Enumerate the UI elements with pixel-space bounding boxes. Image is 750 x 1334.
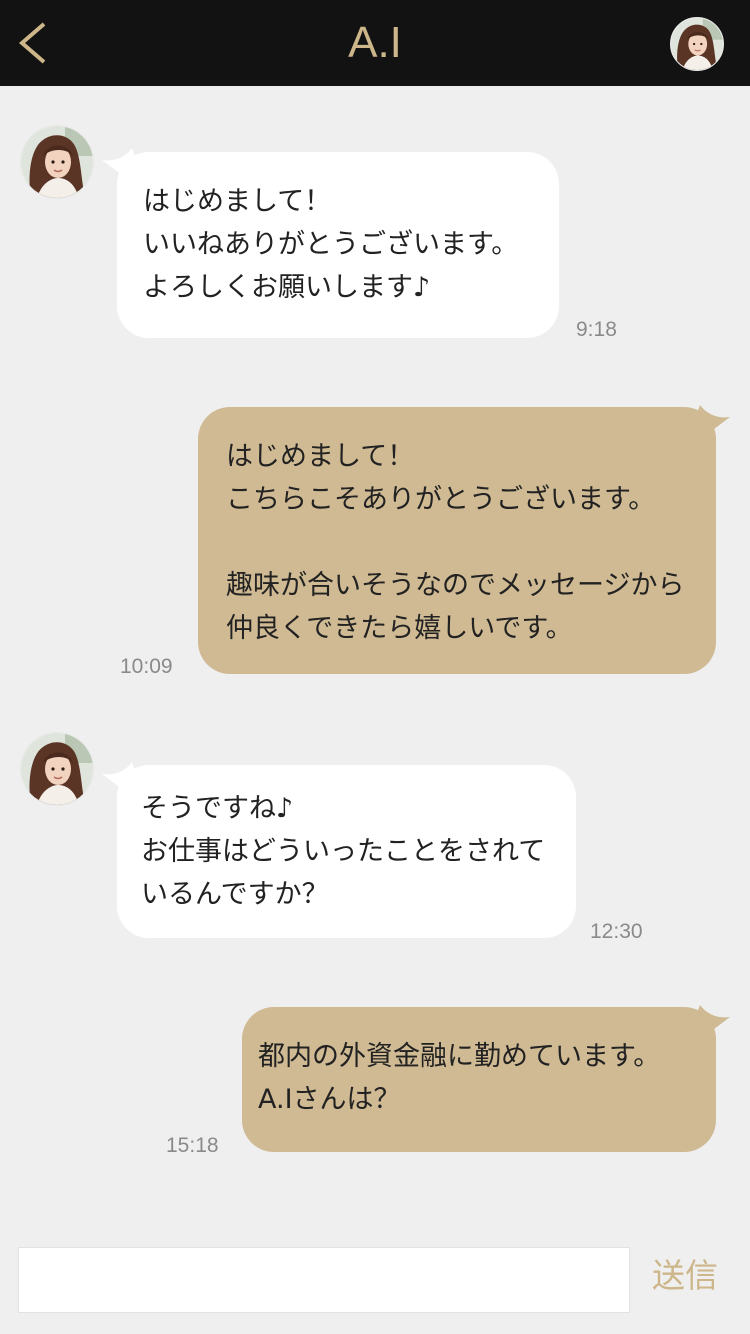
message-time: 12:30 <box>590 920 643 943</box>
message-time: 9:18 <box>576 318 617 341</box>
message-bubble-outgoing: はじめまして！ こちらこそありがとうございます。 趣味が合いそうなのでメッセージ… <box>198 407 716 674</box>
message-time: 10:09 <box>120 655 173 678</box>
chat-title: A.I <box>348 18 402 67</box>
message-bubble-outgoing: 都内の外資金融に勤めています。 A.Iさんは？ <box>242 1007 716 1152</box>
sender-avatar[interactable] <box>20 125 94 199</box>
sender-avatar[interactable] <box>20 732 94 806</box>
message-time: 15:18 <box>166 1134 219 1157</box>
send-button[interactable]: 送信 <box>652 1256 718 1296</box>
chat-header: A.I <box>0 0 750 86</box>
message-bubble-incoming: はじめまして！ いいねありがとうございます。 よろしくお願いします♪ <box>117 152 559 338</box>
message-bubble-incoming: そうですね♪ お仕事はどういったことをされているんですか？ <box>117 765 576 938</box>
header-profile-avatar[interactable] <box>670 17 724 71</box>
message-input[interactable] <box>18 1247 630 1313</box>
